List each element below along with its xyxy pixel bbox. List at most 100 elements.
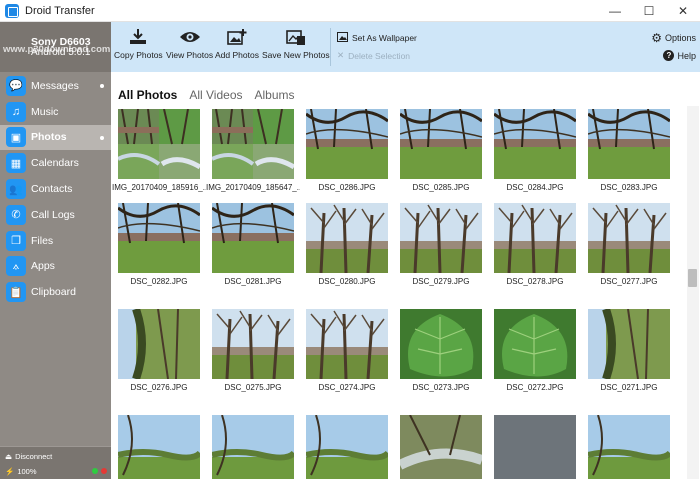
photo-thumbnail[interactable] [306,415,388,479]
photo-filename: DSC_0281.JPG [224,277,282,286]
sidebar-item-contacts[interactable]: 👥 Contacts [0,176,111,202]
photo-thumbnail[interactable] [494,109,576,179]
photo-thumbnail[interactable] [212,309,294,379]
photo-thumbnail[interactable] [400,309,482,379]
tab-all-photos[interactable]: All Photos [118,88,177,102]
error-status-dot [101,468,107,474]
help-icon: ? [663,50,675,61]
sidebar-item-clipboard[interactable]: 📋 Clipboard [0,279,111,305]
lightning-icon: ⚡ [5,467,15,476]
photo-filename: DSC_0272.JPG [506,383,564,392]
photo-thumbnail[interactable] [118,415,200,479]
sidebar-nav: 💬 Messages ♫ Music ▣ Photos ▦ Calendars 👥 Contact… [0,73,111,305]
photo-thumbnail[interactable] [588,309,670,379]
photo-thumbnail[interactable] [400,109,482,179]
photo-filename: DSC_0276.JPG [130,383,188,392]
scrollbar-thumb[interactable] [688,269,697,287]
music-icon: ♫ [6,101,26,122]
app-logo-icon [5,3,19,18]
photo-thumbnail[interactable] [212,109,294,179]
tab-albums[interactable]: Albums [255,88,295,102]
eject-icon: ⏏ [5,452,13,461]
battery-status: ⚡ 100% [5,467,37,476]
sidebar-item-music[interactable]: ♫ Music [0,99,111,125]
view-photos-button[interactable]: View Photos [166,27,213,60]
window-controls: — ☐ ✕ [598,0,700,22]
delete-selection-label: Delete Selection [348,50,411,61]
download-icon [127,27,149,47]
gear-icon: ⚙ [651,31,662,45]
photo-filename: DSC_0284.JPG [506,183,564,192]
photo-thumbnail[interactable] [306,109,388,179]
photo-thumbnail[interactable] [118,109,200,179]
photo-filename: DSC_0286.JPG [318,183,376,192]
battery-level: 100% [17,467,37,476]
sidebar-item-label: Files [31,234,54,247]
photo-filename: DSC_0285.JPG [412,183,470,192]
photo-thumbnail[interactable] [118,203,200,273]
photos-icon: ▣ [6,127,26,148]
photo-filename: DSC_0271.JPG [600,383,658,392]
set-as-wallpaper-button[interactable]: Set As Wallpaper [337,32,417,44]
disconnect-button[interactable]: ⏏ Disconnect [5,452,52,461]
sidebar-item-messages[interactable]: 💬 Messages [0,73,111,99]
photo-thumbnail[interactable] [588,415,670,479]
help-button[interactable]: ? Help [663,50,696,61]
photo-thumbnail[interactable] [588,203,670,273]
options-button[interactable]: ⚙ Options [651,31,696,45]
photo-filename: DSC_0275.JPG [224,383,282,392]
close-button[interactable]: ✕ [666,0,700,22]
save-new-photos-label: Save New Photos [262,50,330,60]
photo-filename: DSC_0279.JPG [412,277,470,286]
phone-icon: ✆ [6,204,26,225]
add-photos-button[interactable]: Add Photos [215,27,259,60]
sidebar-item-label: Music [31,105,59,118]
photo-thumbnail[interactable] [494,415,576,479]
sidebar-item-call-logs[interactable]: ✆ Call Logs [0,202,111,228]
photo-thumbnail[interactable] [400,415,482,479]
add-photos-label: Add Photos [215,50,259,60]
photo-thumbnail[interactable] [306,203,388,273]
photo-filename: DSC_0282.JPG [130,277,188,286]
photo-thumbnail[interactable] [588,109,670,179]
view-tabs: All Photos All Videos Albums [118,88,295,102]
photo-thumbnail[interactable] [400,203,482,273]
messages-icon: 💬 [6,75,26,96]
photo-thumbnail[interactable] [212,415,294,479]
contacts-icon: 👥 [6,179,26,200]
photo-thumbnail[interactable] [494,203,576,273]
photo-filename: DSC_0278.JPG [506,277,564,286]
photo-thumbnail[interactable] [118,309,200,379]
sidebar-item-label: Contacts [31,183,73,196]
sidebar: Sony D6603 Android 5.0.1 www.p30download… [0,22,172,479]
sidebar-item-files[interactable]: ❐ Files [0,228,111,254]
vertical-scrollbar[interactable] [687,106,699,479]
tab-all-videos[interactable]: All Videos [189,88,242,102]
save-new-photos-button[interactable]: Save New Photos [262,27,330,60]
new-items-dot [100,84,104,88]
sidebar-item-calendars[interactable]: ▦ Calendars [0,150,111,176]
view-photos-label: View Photos [166,50,214,60]
wallpaper-icon [337,32,348,44]
photo-thumbnail[interactable] [212,203,294,273]
minimize-button[interactable]: — [598,0,632,22]
disconnect-label: Disconnect [15,452,53,461]
photo-filename: DSC_0277.JPG [600,277,658,286]
window-title: Droid Transfer [25,4,95,17]
sidebar-item-label: Clipboard [31,286,76,299]
save-photo-icon [285,27,307,47]
add-photo-icon [226,27,248,47]
sidebar-item-photos[interactable]: ▣ Photos [0,124,111,151]
calendar-icon: ▦ [6,153,26,174]
sidebar-item-label: Apps [31,260,55,273]
sidebar-footer: ⏏ Disconnect ⚡ 100% [0,446,111,479]
sidebar-item-apps[interactable]: ⟑ Apps [0,254,111,280]
photo-thumbnail[interactable] [494,309,576,379]
maximize-button[interactable]: ☐ [632,0,666,22]
toolbar-divider [330,28,331,66]
photo-thumbnail[interactable] [306,309,388,379]
copy-photos-button[interactable]: Copy Photos [114,27,163,60]
delete-selection-button[interactable]: ✕ Delete Selection [337,50,410,61]
help-label: Help [677,50,696,61]
photo-filename: IMG_20170409_185647_... [206,183,300,192]
